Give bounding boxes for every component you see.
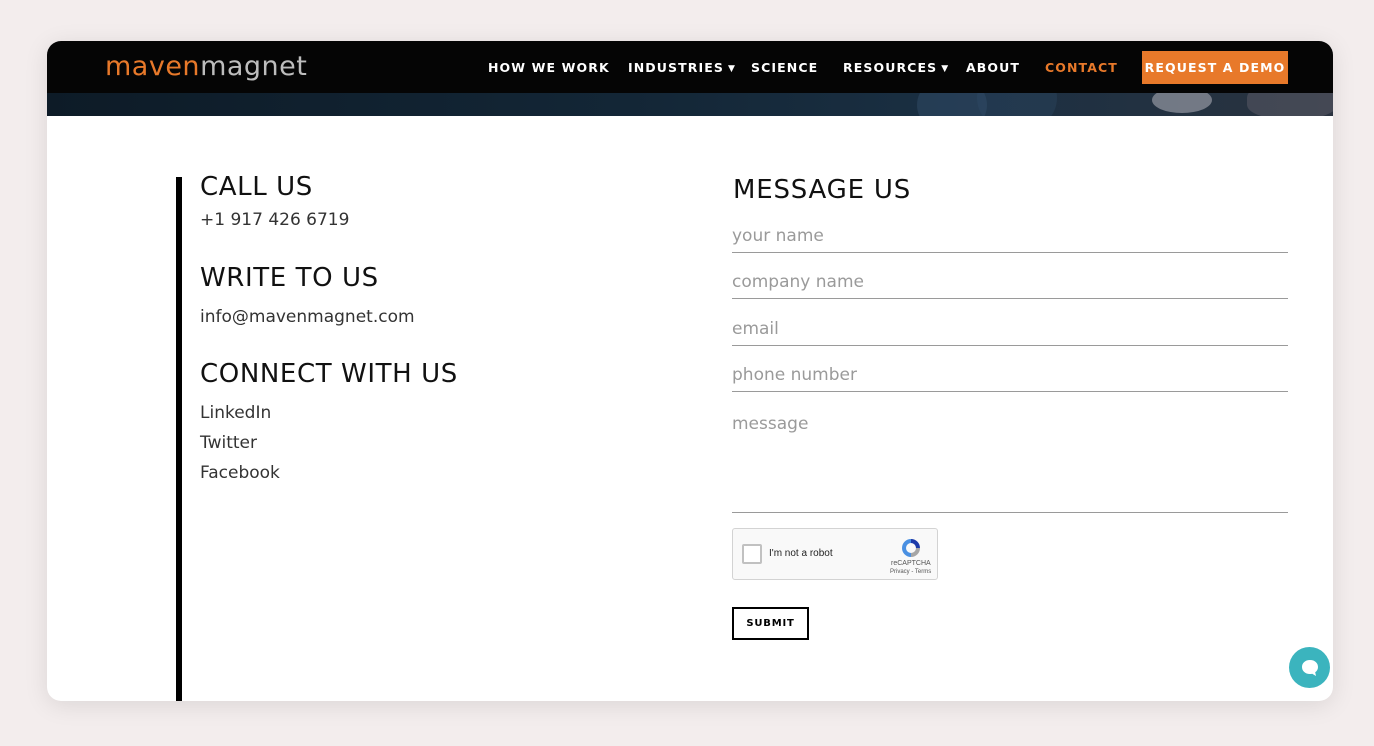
- logo-text-maven: maven: [105, 51, 201, 82]
- nav-industries-label: INDUSTRIES: [628, 60, 724, 75]
- caret-down-icon: ▼: [728, 64, 737, 74]
- call-us-heading: CALL US: [200, 172, 313, 202]
- nav-resources-label: RESOURCES: [843, 60, 938, 75]
- recaptcha-icon: [902, 539, 920, 557]
- request-demo-button[interactable]: REQUEST A DEMO: [1142, 51, 1288, 84]
- write-to-us-heading: WRITE TO US: [200, 263, 379, 293]
- nav-science[interactable]: SCIENCE: [751, 60, 818, 76]
- nav-about-label: ABOUT: [966, 60, 1021, 75]
- nav-contact[interactable]: CONTACT: [1045, 60, 1118, 76]
- logo-text-magnet: magnet: [200, 51, 308, 82]
- recaptcha-label: I'm not a robot: [769, 548, 833, 559]
- email-input[interactable]: [732, 316, 1288, 346]
- nav-contact-label: CONTACT: [1045, 60, 1118, 75]
- recaptcha-brand: reCAPTCHA: [891, 560, 931, 567]
- recaptcha-checkbox[interactable]: [742, 544, 762, 564]
- phone-number[interactable]: +1 917 426 6719: [200, 209, 349, 231]
- phone-input[interactable]: [732, 362, 1288, 392]
- browser-frame: mavenmagnet HOW WE WORK INDUSTRIES ▼ SCIE…: [47, 41, 1333, 701]
- connect-heading: CONNECT WITH US: [200, 359, 458, 389]
- site-logo[interactable]: mavenmagnet: [105, 49, 307, 85]
- caret-down-icon: ▼: [941, 64, 950, 74]
- social-link-linkedin[interactable]: LinkedIn: [200, 402, 271, 424]
- recaptcha-widget: I'm not a robot reCAPTCHA Privacy - Term…: [732, 528, 938, 580]
- company-input[interactable]: [732, 269, 1288, 299]
- social-link-facebook[interactable]: Facebook: [200, 462, 280, 484]
- social-link-twitter[interactable]: Twitter: [200, 432, 257, 454]
- nav-about[interactable]: ABOUT: [966, 60, 1020, 76]
- nav-science-label: SCIENCE: [751, 60, 819, 75]
- chat-bubble-icon: [1301, 659, 1318, 676]
- recaptcha-terms[interactable]: Privacy - Terms: [890, 569, 931, 575]
- name-input[interactable]: [732, 223, 1288, 253]
- nav-how-we-work-label: HOW WE WORK: [488, 60, 610, 75]
- hero-banner-strip: [47, 93, 1333, 116]
- chat-widget-button[interactable]: [1289, 647, 1330, 688]
- email-link[interactable]: info@mavenmagnet.com: [200, 306, 415, 328]
- submit-button[interactable]: SUBMIT: [732, 607, 809, 640]
- message-textarea[interactable]: [732, 413, 1288, 513]
- message-us-heading: MESSAGE US: [733, 175, 912, 205]
- accent-divider: [176, 177, 182, 701]
- nav-resources[interactable]: RESOURCES ▼: [843, 60, 949, 77]
- nav-how-we-work[interactable]: HOW WE WORK: [488, 60, 610, 76]
- nav-industries[interactable]: INDUSTRIES ▼: [628, 60, 736, 77]
- site-header: mavenmagnet HOW WE WORK INDUSTRIES ▼ SCIE…: [47, 41, 1333, 93]
